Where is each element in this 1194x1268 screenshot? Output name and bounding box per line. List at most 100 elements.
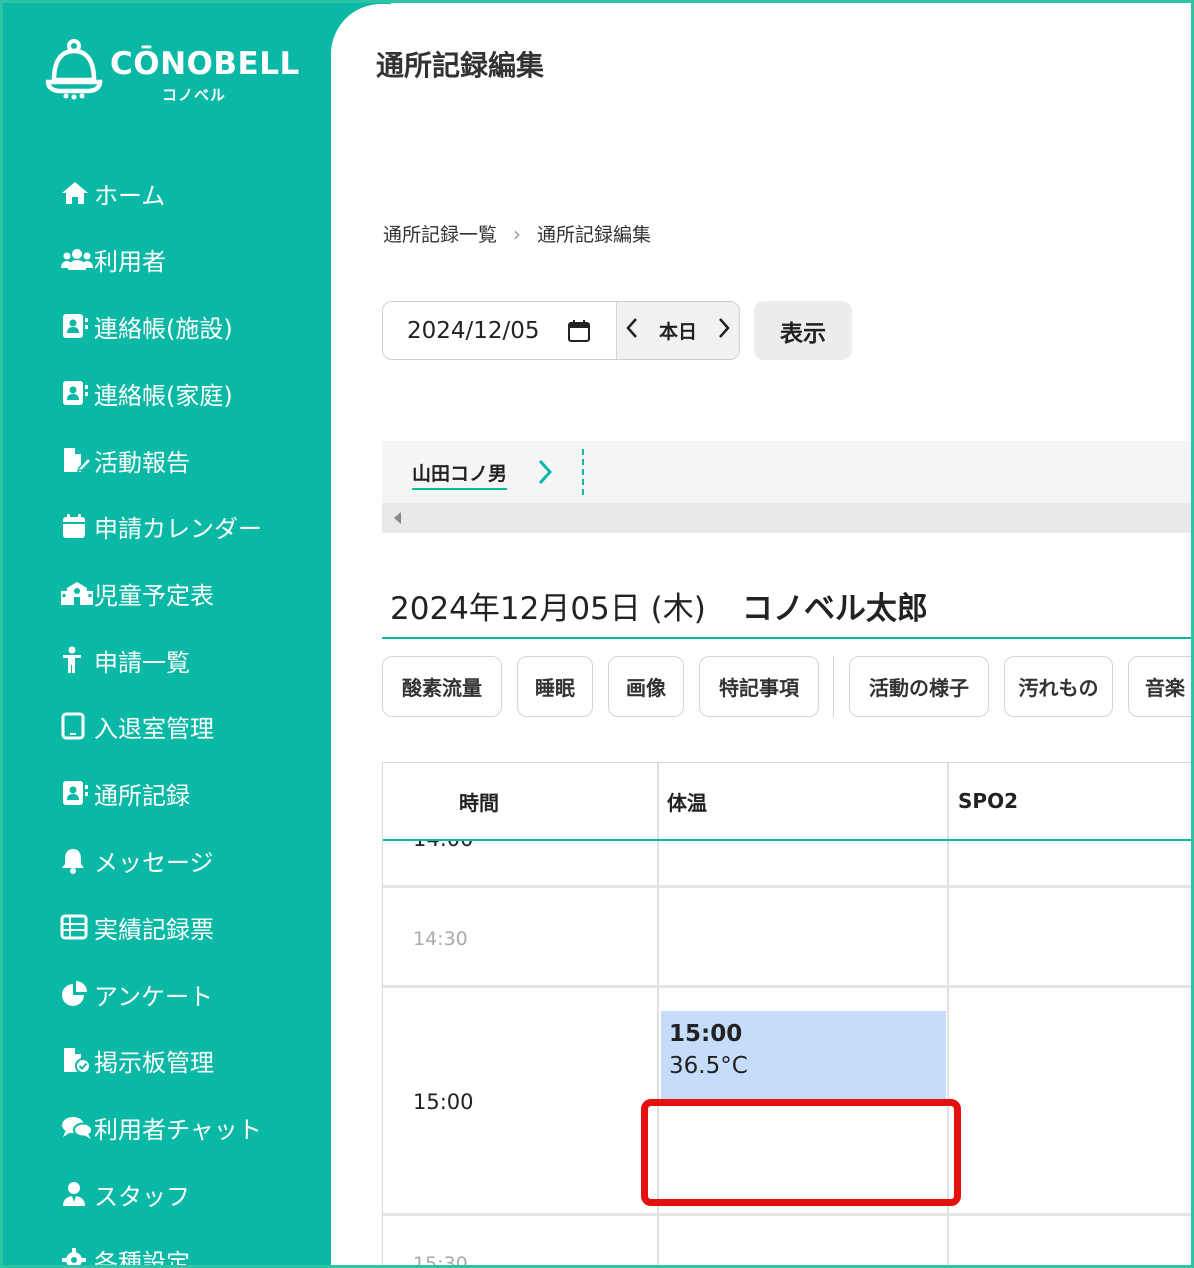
tablet-icon [60,711,94,741]
table-list-icon [60,912,94,942]
chip-soiled-items[interactable]: 汚れもの [1004,656,1113,717]
header-cell-bg [383,763,657,839]
nav-label: 各種設定 [94,1248,190,1268]
calendar-icon [60,511,94,541]
sidebar: CŌNOBELL コノベル ホーム 利用者 連絡帳(施設) 連絡帳(家庭) 活動… [0,0,331,1268]
chevron-right-icon[interactable] [537,459,553,489]
date-nav: 本日 [616,302,739,359]
temperature-record-card[interactable]: 15:00 36.5°C [661,1011,946,1101]
tab-divider [582,449,584,495]
nav-child-schedule[interactable]: 児童予定表 [60,573,320,613]
calendar-icon[interactable] [568,320,590,348]
breadcrumb-current: 通所記録編集 [537,224,652,246]
nav-label: 連絡帳(家庭) [94,381,233,410]
school-icon [60,578,94,608]
nav-label: 実績記録票 [94,915,214,944]
nav-settings[interactable]: 各種設定 [60,1240,320,1268]
bell-logo-icon [45,39,103,100]
nav-contact-book-facility[interactable]: 連絡帳(施設) [60,306,320,346]
chat-icon [60,1112,94,1142]
users-icon [60,244,94,274]
breadcrumb-parent-link[interactable]: 通所記録一覧 [383,220,497,247]
header-underline [383,839,1194,841]
nav-label: メッセージ [94,848,214,877]
nav-performance-record[interactable]: 実績記録票 [60,907,320,947]
time-label: 14:30 [413,928,468,950]
chip-sleep[interactable]: 睡眠 [517,656,593,717]
nav-label: 申請カレンダー [94,514,262,543]
nav-request-calendar[interactable]: 申請カレンダー [60,506,320,546]
row-divider [383,885,1194,888]
nav-label: アンケート [94,982,214,1011]
nav-label: 利用者チャット [94,1115,262,1144]
nav-label: 掲示板管理 [94,1048,214,1077]
breadcrumb: 通所記録一覧 › 通所記録編集 [383,220,651,247]
date-value: 2024/12/05 [407,317,540,344]
nav-label: 利用者 [94,247,166,276]
record-card-value: 36.5°C [669,1053,748,1079]
nav-label: 通所記録 [94,781,190,810]
chip-music[interactable]: 音楽 [1128,656,1194,717]
record-date: 2024年12月05日 (木) [390,591,706,627]
record-card-time: 15:00 [669,1021,743,1047]
date-picker: 2024/12/05 本日 [382,301,740,360]
user-tab-selected[interactable]: 山田コノ男 [412,459,508,490]
next-day-button[interactable] [717,317,731,344]
nav-label: 入退室管理 [94,714,214,743]
bell-icon [60,845,94,875]
row-divider [383,1213,1194,1216]
time-label: 15:30 [413,1253,468,1268]
staff-icon [60,1179,94,1209]
home-icon [60,178,94,208]
gear-icon [60,1245,94,1268]
time-label: 15:00 [413,1090,474,1114]
nav-label: 連絡帳(施設) [94,314,233,343]
contact-card-icon [60,311,94,341]
row-divider [383,985,1194,988]
child-icon [60,645,94,675]
nav-attendance-record[interactable]: 通所記録 [60,773,320,813]
nav-contact-book-home[interactable]: 連絡帳(家庭) [60,373,320,413]
nav-messages[interactable]: メッセージ [60,840,320,880]
nav-label: 児童予定表 [94,581,214,610]
chevron-right-icon: › [513,221,522,246]
chip-activity[interactable]: 活動の様子 [849,656,989,717]
nav-activity-report[interactable]: 活動報告 [60,440,320,480]
header-time-overlay: 時間 [459,790,499,815]
scroll-left-icon[interactable] [394,512,401,524]
nav-entry-exit[interactable]: 入退室管理 [60,706,320,746]
nav-request-list[interactable]: 申請一覧 [60,640,320,680]
nav-users[interactable]: 利用者 [60,239,320,279]
chevron-left-icon [626,318,637,338]
nav-bulletin-board[interactable]: 掲示板管理 [60,1040,320,1080]
file-edit-icon [60,445,94,475]
heading-divider [382,637,1194,639]
nav-staff[interactable]: スタッフ [60,1174,320,1214]
chip-image[interactable]: 画像 [608,656,684,717]
prev-day-button[interactable] [625,317,639,344]
nav-label: 申請一覧 [94,648,190,677]
logo[interactable]: CŌNOBELL コノベル [44,38,304,108]
page-title: 通所記録編集 [376,49,545,82]
brand-name: CŌNOBELL [110,46,300,82]
user-tabs: 山田コノ男 [382,441,1194,503]
nav-survey[interactable]: アンケート [60,974,320,1014]
horizontal-scrollbar[interactable] [382,503,1194,533]
today-button[interactable]: 本日 [659,317,697,344]
nav-label: スタッフ [94,1182,190,1211]
highlight-box [641,1099,961,1206]
show-button[interactable]: 表示 [754,301,852,360]
date-input[interactable]: 2024/12/05 [383,302,616,359]
header-spo2: SPO2 [958,789,1018,813]
contact-card-icon [60,778,94,808]
record-name: コノベル太郎 [741,591,928,627]
nav-home[interactable]: ホーム [60,173,320,213]
header-temperature: 体温 [667,790,707,815]
pie-chart-icon [60,979,94,1009]
nav-user-chat[interactable]: 利用者チャット [60,1107,320,1147]
contact-card-icon [60,378,94,408]
chip-special-notes[interactable]: 特記事項 [699,656,819,717]
nav-label: 活動報告 [94,448,190,477]
brand-sub: コノベル [162,86,227,104]
chip-oxygen-flow[interactable]: 酸素流量 [382,656,502,717]
